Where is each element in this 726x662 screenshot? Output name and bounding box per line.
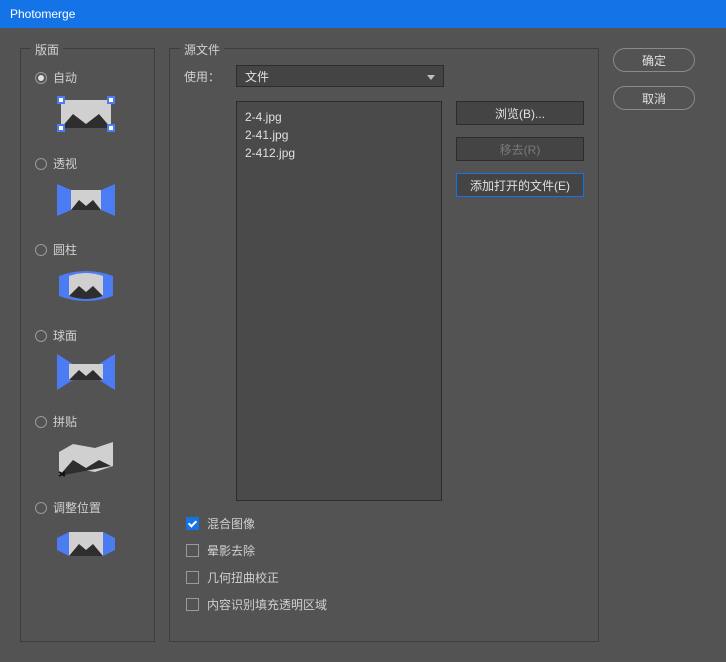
check-label: 内容识别填充透明区域 bbox=[207, 596, 327, 613]
layout-perspective-icon bbox=[55, 178, 117, 222]
layout-option-spherical[interactable]: 球面 bbox=[35, 327, 140, 344]
radio-icon bbox=[35, 416, 47, 428]
check-label: 混合图像 bbox=[207, 515, 255, 532]
radio-icon bbox=[35, 158, 47, 170]
file-list[interactable]: 2-4.jpg 2-41.jpg 2-412.jpg bbox=[236, 101, 442, 501]
radio-icon bbox=[35, 244, 47, 256]
layout-group: 版面 自动 透视 圆柱 bbox=[20, 48, 155, 642]
checkbox-icon bbox=[186, 571, 199, 584]
browse-button[interactable]: 浏览(B)... bbox=[456, 101, 584, 125]
check-content-aware[interactable]: 内容识别填充透明区域 bbox=[186, 596, 584, 613]
source-group: 源文件 使用： 文件 2-4.jpg 2-41.jpg 2-412.jpg 浏览… bbox=[169, 48, 599, 642]
check-vignette[interactable]: 晕影去除 bbox=[186, 542, 584, 559]
layout-option-auto[interactable]: 自动 bbox=[35, 69, 140, 86]
layout-reposition-icon bbox=[55, 522, 117, 566]
checkbox-icon bbox=[186, 544, 199, 557]
layout-collage-icon bbox=[55, 436, 117, 480]
titlebar: Photomerge bbox=[0, 0, 726, 28]
radio-icon bbox=[35, 72, 47, 84]
checkbox-icon bbox=[186, 517, 199, 530]
file-item[interactable]: 2-412.jpg bbox=[245, 144, 433, 162]
radio-label: 拼贴 bbox=[53, 413, 77, 430]
layout-cylindrical-icon bbox=[55, 264, 117, 308]
radio-icon bbox=[35, 502, 47, 514]
layout-spherical-icon bbox=[55, 350, 117, 394]
window-title: Photomerge bbox=[10, 7, 75, 21]
check-label: 晕影去除 bbox=[207, 542, 255, 559]
radio-label: 透视 bbox=[53, 155, 77, 172]
check-blend[interactable]: 混合图像 bbox=[186, 515, 584, 532]
file-item[interactable]: 2-41.jpg bbox=[245, 126, 433, 144]
remove-button: 移去(R) bbox=[456, 137, 584, 161]
source-group-title: 源文件 bbox=[180, 41, 224, 58]
check-label: 几何扭曲校正 bbox=[207, 569, 279, 586]
source-buttons: 浏览(B)... 移去(R) 添加打开的文件(E) bbox=[456, 101, 584, 501]
source-mid-row: 2-4.jpg 2-41.jpg 2-412.jpg 浏览(B)... 移去(R… bbox=[184, 101, 584, 501]
radio-label: 球面 bbox=[53, 327, 77, 344]
layout-option-perspective[interactable]: 透视 bbox=[35, 155, 140, 172]
layout-option-cylindrical[interactable]: 圆柱 bbox=[35, 241, 140, 258]
layout-option-collage[interactable]: 拼贴 bbox=[35, 413, 140, 430]
layout-auto-icon bbox=[55, 92, 117, 136]
file-item[interactable]: 2-4.jpg bbox=[245, 108, 433, 126]
radio-icon bbox=[35, 330, 47, 342]
options-checks: 混合图像 晕影去除 几何扭曲校正 内容识别填充透明区域 bbox=[186, 515, 584, 613]
check-geometric[interactable]: 几何扭曲校正 bbox=[186, 569, 584, 586]
dialog-buttons: 确定 取消 bbox=[613, 48, 695, 642]
use-dropdown[interactable]: 文件 bbox=[236, 65, 444, 87]
use-label: 使用： bbox=[184, 68, 226, 85]
layout-group-title: 版面 bbox=[31, 41, 63, 58]
add-open-files-button[interactable]: 添加打开的文件(E) bbox=[456, 173, 584, 197]
ok-button[interactable]: 确定 bbox=[613, 48, 695, 72]
radio-label: 自动 bbox=[53, 69, 77, 86]
radio-label: 圆柱 bbox=[53, 241, 77, 258]
checkbox-icon bbox=[186, 598, 199, 611]
dialog-content: 版面 自动 透视 圆柱 bbox=[0, 28, 726, 662]
layout-option-reposition[interactable]: 调整位置 bbox=[35, 499, 140, 516]
radio-label: 调整位置 bbox=[53, 499, 101, 516]
use-value: 文件 bbox=[245, 68, 269, 85]
cancel-button[interactable]: 取消 bbox=[613, 86, 695, 110]
use-row: 使用： 文件 bbox=[184, 65, 584, 87]
